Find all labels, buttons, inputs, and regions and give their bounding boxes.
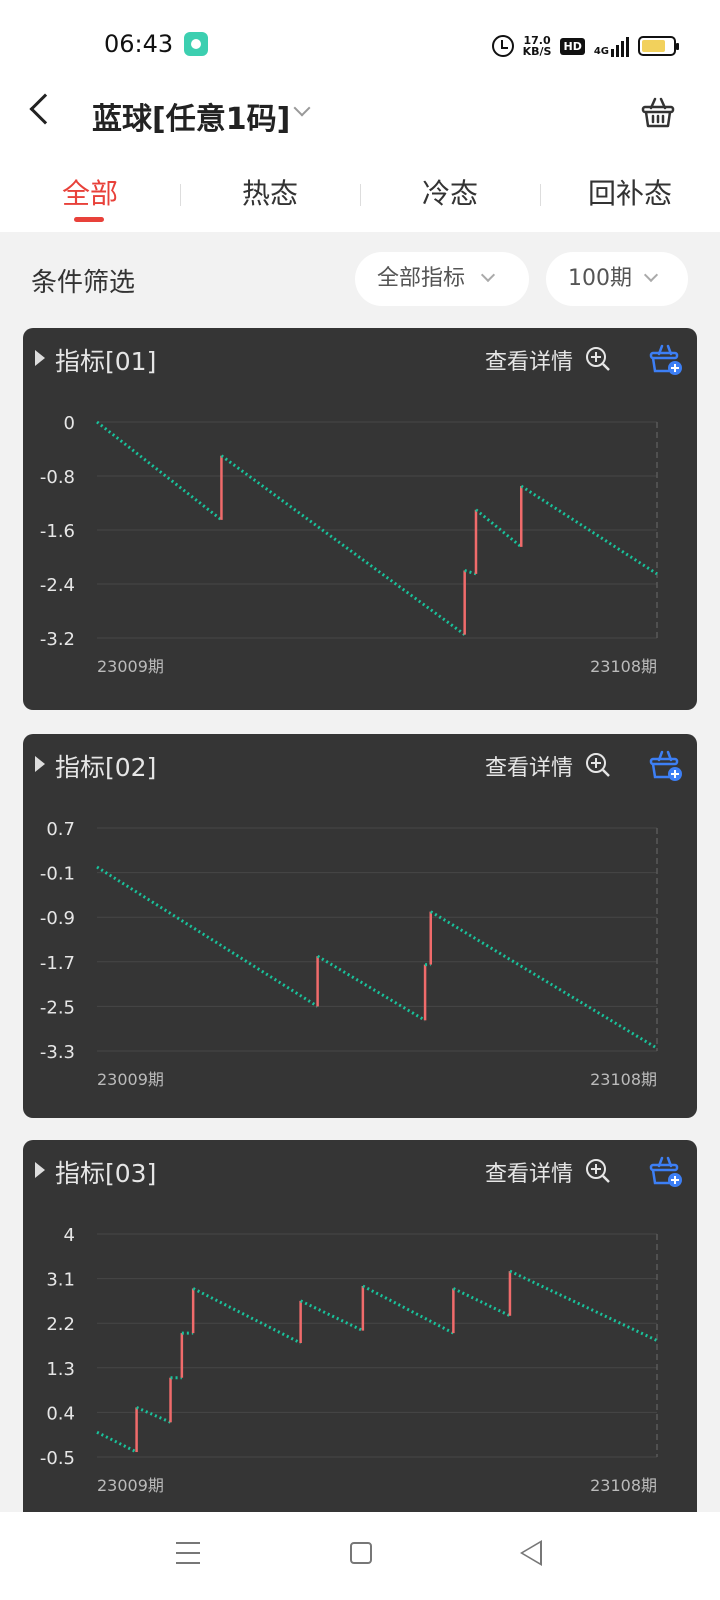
x-start-label: 23009期 [97,657,164,676]
back-triangle-icon[interactable] [520,1540,542,1566]
indicator-chart: 0.7 -0.1 -0.9 -1.7 -2.5 -3.3 23009期 23108期 [40,819,658,1089]
indicator-chart: 4 3.1 2.2 1.3 0.4 -0.5 23009期 23108期 [40,1225,658,1495]
y-tick-label: -0.1 [40,864,75,885]
tab-divider [360,184,361,206]
indicator-line-segment [475,508,523,549]
hd-badge: HD [560,37,585,55]
filter-bar: 条件筛选 全部指标 100期 [0,252,720,308]
indicator-line-segment [96,420,223,522]
indicator-card: 指标[03] 查看详情 4 3.1 2.2 1.3 0.4 -0.5 23009期 23108期 [23,1140,697,1524]
y-tick-label: -1.6 [40,521,75,542]
indicator-select[interactable]: 全部指标 [355,252,529,306]
indicator-line-segment [220,454,466,636]
card-title[interactable]: 指标[03] [55,1154,156,1190]
indicator-chart: 0 -0.8 -1.6 -2.4 -3.2 23009期 23108期 [40,413,658,676]
status-indicators: 17.0 KB/S HD 4G [491,32,679,60]
home-icon[interactable] [350,1542,372,1564]
card-title[interactable]: 指标[02] [55,748,156,784]
x-end-label: 23108期 [590,1070,657,1089]
y-tick-label: 4 [64,1225,75,1246]
chevron-down-icon [643,267,659,283]
app-header: 蓝球[任意1码] [0,86,720,142]
y-tick-label: 0 [64,413,75,434]
y-tick-label: -0.9 [40,908,75,929]
tab-hot[interactable]: 热态 [180,168,360,220]
tab-divider [540,184,541,206]
indicator-card: 指标[01] 查看详情 0 -0.8 -1.6 -2.4 -3.2 23009期 23108期 [23,328,697,710]
filter-label: 条件筛选 [31,268,136,298]
zoom-in-icon[interactable] [585,346,611,372]
basket-icon[interactable] [640,94,676,130]
indicator-line-segment [362,1284,455,1335]
indicator-line-segment [192,1287,302,1345]
period-select[interactable]: 100期 [546,252,688,306]
zoom-in-icon[interactable] [585,752,611,778]
indicator-line-segment [299,1299,364,1332]
y-tick-label: 0.4 [46,1403,75,1424]
chevron-down-icon [480,267,496,283]
x-start-label: 23009期 [97,1070,164,1089]
app-notification-icon [184,32,208,56]
indicator-select-value: 全部指标 [377,266,466,291]
tab-divider [180,184,181,206]
indicator-line-segment [509,1269,658,1342]
add-basket-icon[interactable] [649,748,683,782]
indicator-card: 指标[02] 查看详情 0.7 -0.1 -0.9 -1.7 -2.5 -3.3 23009期 2… [23,734,697,1118]
y-tick-label: 2.2 [46,1314,75,1335]
zoom-in-icon[interactable] [585,1158,611,1184]
y-tick-label: -1.7 [40,953,75,974]
chevron-left-icon[interactable] [29,93,61,125]
indicator-line-segment [135,1406,172,1424]
view-detail-link[interactable]: 查看详情 [485,344,573,376]
period-select-value: 100期 [568,266,632,291]
add-basket-icon[interactable] [649,342,683,376]
tab-all[interactable]: 全部 [0,168,180,222]
x-end-label: 23108期 [590,657,657,676]
signal-icon: 4G [594,35,629,57]
y-tick-label: 3.1 [46,1270,75,1291]
indicator-line-segment [452,1287,511,1318]
tab-cold[interactable]: 冷态 [360,168,540,220]
x-end-label: 23108期 [590,1476,657,1495]
indicator-line-segment [96,1430,138,1454]
expand-triangle-icon[interactable] [35,350,45,366]
status-bar: 06:43 17.0 KB/S HD 4G [0,26,720,66]
y-tick-label: -2.5 [40,997,75,1018]
y-tick-label: -2.4 [40,575,75,596]
card-title[interactable]: 指标[01] [55,342,156,378]
y-tick-label: 1.3 [46,1359,75,1380]
indicator-line-segment [96,865,319,1008]
view-detail-link[interactable]: 查看详情 [485,1156,573,1188]
add-basket-icon[interactable] [649,1154,683,1188]
y-tick-label: -3.2 [40,629,75,650]
system-nav-bar [0,1512,720,1600]
indicator-line-segment [464,569,477,576]
x-start-label: 23009期 [97,1476,164,1495]
top-panel: 06:43 17.0 KB/S HD 4G 蓝球[任意1码] 全部 热态 冷态 … [0,0,720,232]
alarm-icon [491,35,514,57]
indicator-line-segment [429,910,658,1050]
net-speed-unit: KB/S [522,45,552,58]
page-title[interactable]: 蓝球[任意1码] [92,94,290,138]
status-time: 06:43 [104,30,174,58]
battery-icon [638,36,679,56]
network-type: 4G [593,46,609,57]
view-detail-link[interactable]: 查看详情 [485,750,573,782]
y-tick-label: -0.8 [40,467,75,488]
tab-bar: 全部 热态 冷态 回补态 [0,168,720,232]
expand-triangle-icon[interactable] [35,1162,45,1178]
y-tick-label: -3.3 [40,1042,75,1063]
indicator-line-segment [316,954,426,1022]
expand-triangle-icon[interactable] [35,756,45,772]
menu-icon[interactable] [176,1542,200,1564]
y-tick-label: -0.5 [40,1448,75,1469]
battery-fill [642,40,665,52]
tab-rebound[interactable]: 回补态 [540,168,720,220]
y-tick-label: 0.7 [46,819,75,840]
chevron-down-icon[interactable] [293,99,311,117]
net-speed: 17.0 KB/S [523,35,552,57]
